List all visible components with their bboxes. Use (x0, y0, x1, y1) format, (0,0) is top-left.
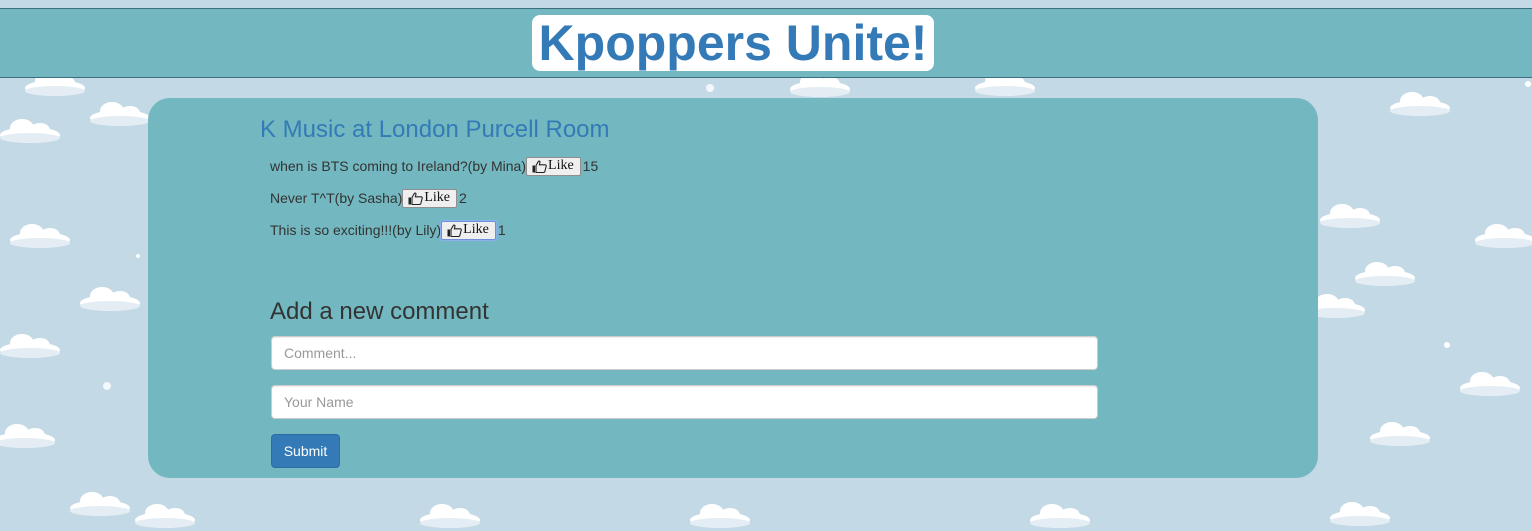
like-button[interactable]: Like (440, 219, 497, 241)
thumbs-up-icon (408, 191, 424, 205)
comment-text: when is BTS coming to Ireland? (270, 158, 468, 174)
header-banner: Kpoppers Unite! (0, 8, 1532, 78)
comment-author: (by Lily) (392, 222, 442, 238)
like-count: 1 (497, 222, 506, 238)
like-count: 2 (459, 190, 467, 206)
name-input[interactable] (271, 385, 1098, 419)
event-title: K Music at London Purcell Room (260, 116, 610, 143)
comment-text: This is so exciting!!! (270, 222, 393, 238)
comment-author: (by Sasha) (334, 190, 403, 206)
submit-button[interactable]: Submit (271, 434, 340, 468)
comment-author: (by Mina) (467, 158, 527, 174)
comment-item: This is so exciting!!! (by Lily) Like 1 (270, 219, 506, 241)
like-label: Like (424, 190, 451, 205)
like-count: 15 (582, 158, 599, 174)
event-panel: K Music at London Purcell Room when is B… (148, 98, 1318, 478)
thumbs-up-icon (447, 223, 462, 237)
like-button[interactable]: Like (526, 156, 581, 176)
comment-input[interactable] (271, 336, 1098, 370)
site-title-box: Kpoppers Unite! (532, 15, 934, 71)
like-label: Like (463, 222, 489, 237)
site-title: Kpoppers Unite! (538, 15, 928, 71)
comment-text: Never T^T (270, 190, 335, 206)
like-button[interactable]: Like (402, 188, 458, 208)
comment-item: when is BTS coming to Ireland? (by Mina) … (270, 155, 598, 177)
thumbs-up-icon (532, 159, 547, 173)
comment-item: Never T^T (by Sasha) Like 2 (270, 187, 467, 209)
like-label: Like (548, 158, 574, 173)
add-comment-heading: Add a new comment (270, 298, 489, 325)
